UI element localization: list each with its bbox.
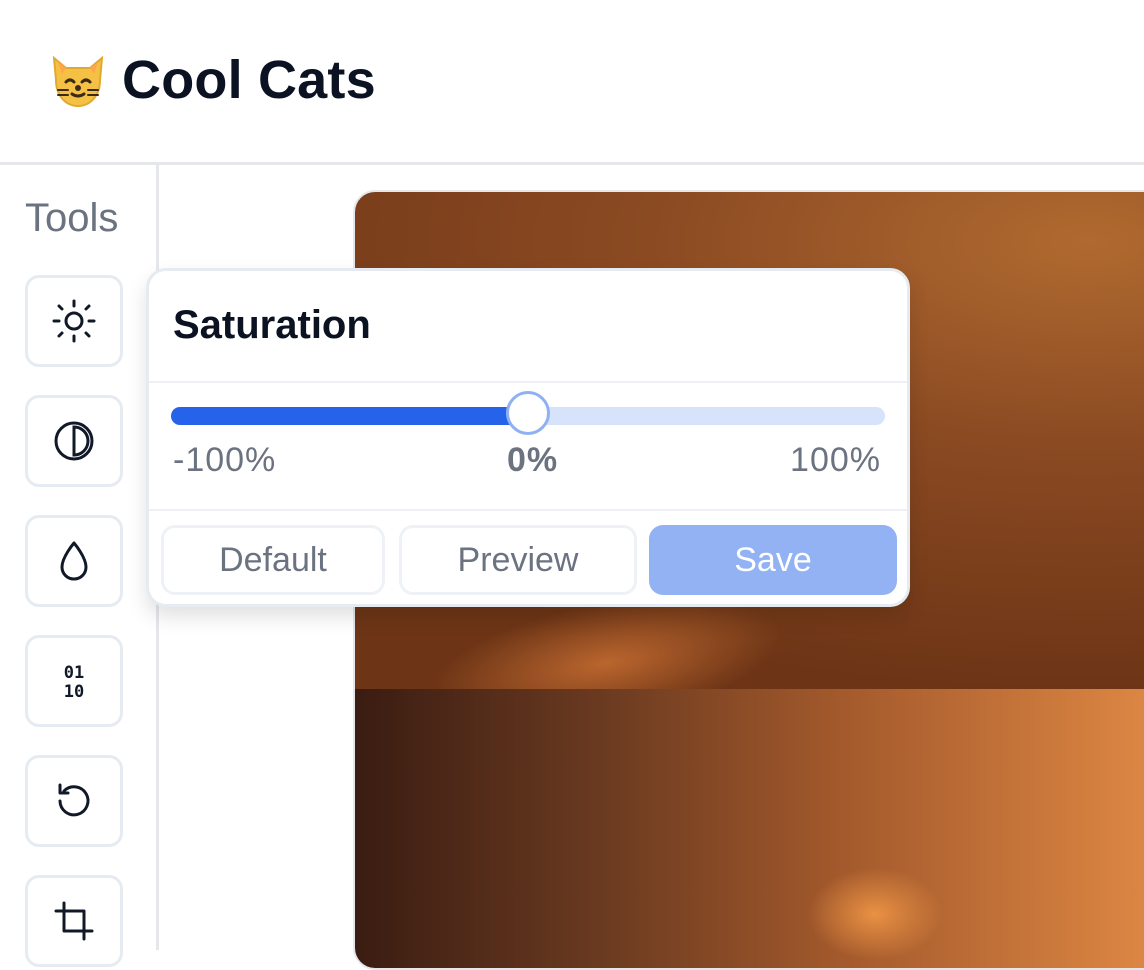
popover-divider-bottom — [149, 509, 907, 511]
binary-top-text: 01 — [64, 663, 84, 683]
contrast-icon — [54, 421, 94, 461]
tool-binary-button[interactable]: 01 10 — [25, 635, 123, 727]
popover-title: Saturation — [173, 303, 371, 347]
tool-saturation-button[interactable] — [25, 515, 123, 607]
tools-label: Tools — [25, 196, 119, 240]
sun-icon — [52, 299, 96, 343]
binary-icon: 01 10 — [64, 663, 84, 702]
binary-bottom-text: 10 — [64, 682, 84, 702]
tool-crop-button[interactable] — [25, 875, 123, 967]
tool-contrast-button[interactable] — [25, 395, 123, 487]
saturation-slider[interactable] — [171, 391, 885, 435]
tool-brightness-button[interactable] — [25, 275, 123, 367]
slider-max-label: 100% — [790, 441, 881, 479]
slider-min-label: -100% — [173, 441, 277, 479]
save-button[interactable]: Save — [649, 525, 897, 595]
brand: Cool Cats — [46, 48, 376, 112]
app-header: Cool Cats — [0, 0, 1144, 165]
app-title: Cool Cats — [122, 50, 376, 110]
saturation-popover: Saturation -100% 0% 100% Default Preview… — [146, 268, 910, 607]
default-button[interactable]: Default — [161, 525, 385, 595]
image-tile-bottom — [355, 689, 1144, 968]
popover-divider-top — [149, 381, 907, 383]
cat-face-icon — [52, 55, 104, 108]
slider-fill — [171, 407, 528, 425]
slider-current-value: 0% — [507, 441, 559, 479]
rotate-ccw-icon — [58, 783, 90, 817]
slider-thumb[interactable] — [506, 391, 550, 435]
tool-rotate-button[interactable] — [25, 755, 123, 847]
droplet-icon — [60, 541, 88, 581]
crop-icon — [54, 901, 94, 941]
preview-button[interactable]: Preview — [399, 525, 637, 595]
